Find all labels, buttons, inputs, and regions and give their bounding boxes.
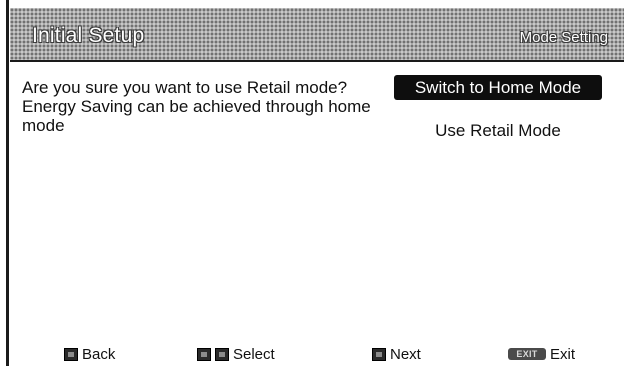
- section-title: Mode Setting: [519, 29, 608, 46]
- exit-hint[interactable]: EXIT Exit: [508, 344, 575, 364]
- screen-left-border: [6, 0, 9, 366]
- initial-setup-screen: Initial Setup Mode Setting Are you sure …: [0, 0, 632, 366]
- retail-mode-prompt: Are you sure you want to use Retail mode…: [22, 78, 371, 135]
- exit-label: Exit: [550, 345, 576, 363]
- select-label: Select: [233, 345, 275, 363]
- next-key-icon: [372, 347, 386, 361]
- next-hint[interactable]: Next: [372, 344, 421, 364]
- footer-hints: Back Select Next EXIT Exit: [0, 344, 632, 364]
- header-bar: Initial Setup Mode Setting: [10, 8, 624, 62]
- page-title: Initial Setup: [32, 24, 145, 47]
- back-key-icon: [64, 347, 78, 361]
- use-retail-mode-option[interactable]: Use Retail Mode: [394, 118, 602, 143]
- back-label: Back: [82, 345, 116, 363]
- up-key-icon: [197, 347, 211, 361]
- back-hint[interactable]: Back: [64, 344, 115, 364]
- down-key-icon: [215, 347, 229, 361]
- select-hint[interactable]: Select: [197, 344, 275, 364]
- switch-to-home-mode-option[interactable]: Switch to Home Mode: [394, 75, 602, 100]
- next-label: Next: [390, 345, 421, 363]
- exit-key-icon: EXIT: [508, 348, 546, 360]
